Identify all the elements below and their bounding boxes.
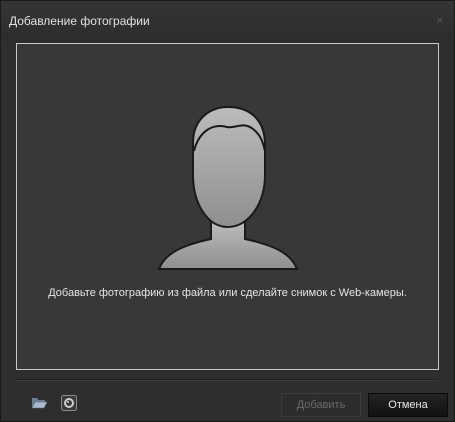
title-bar[interactable]: Добавление фотографии × bbox=[1, 1, 454, 42]
hint-text: Добавьте фотографию из файла или сделайт… bbox=[48, 287, 407, 299]
cancel-button[interactable]: Отмена bbox=[368, 393, 448, 417]
dialog-title: Добавление фотографии bbox=[9, 14, 150, 28]
photo-preview-panel: Добавьте фотографию из файла или сделайт… bbox=[16, 43, 439, 370]
open-file-button[interactable] bbox=[30, 394, 48, 412]
add-photo-dialog: Добавление фотографии × Добавьте фотогра… bbox=[0, 0, 455, 422]
folder-open-icon bbox=[31, 398, 48, 409]
add-button[interactable]: Добавить bbox=[281, 393, 361, 417]
webcam-button[interactable] bbox=[60, 394, 78, 412]
footer-divider bbox=[16, 379, 439, 381]
close-button[interactable]: × bbox=[432, 12, 448, 28]
person-silhouette-icon bbox=[157, 105, 299, 270]
webcam-icon bbox=[61, 395, 77, 411]
